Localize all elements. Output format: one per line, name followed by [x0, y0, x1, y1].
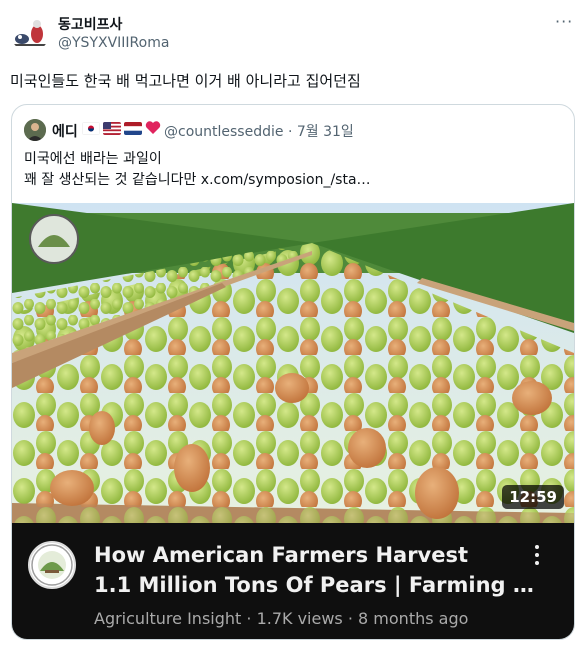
- netherlands-flag-icon: [124, 122, 142, 135]
- usa-flag-icon: [103, 122, 121, 135]
- quote-text-line1: 미국에선 배라는 과일이: [24, 151, 162, 167]
- display-name[interactable]: 동고비프사: [58, 14, 122, 34]
- heart-icon: [145, 121, 161, 134]
- quote-handle[interactable]: @countlesseddie: [164, 124, 283, 140]
- south-korea-flag-icon: [82, 122, 100, 135]
- video-age: 8 months ago: [358, 609, 469, 628]
- quote-date[interactable]: · 7월 31일: [288, 124, 354, 140]
- video-thumbnail[interactable]: 12:59: [12, 203, 574, 523]
- video-duration-badge: 12:59: [502, 485, 564, 509]
- quoted-tweet-card[interactable]: 에디 @countlesseddie · 7월 31일 미국에선 배라는 과일이…: [11, 104, 575, 640]
- more-horizontal-icon[interactable]: ···: [555, 12, 573, 31]
- quote-avatar-image: [24, 119, 46, 141]
- video-meta: Agriculture Insight · 1.7K views · 8 mon…: [94, 609, 468, 628]
- quote-text-line2: 꽤 잘 생산되는 것 같습니다만 x.com/symposion_/sta…: [24, 172, 371, 188]
- view-count: 1.7K views: [256, 609, 343, 628]
- tweet-text: 미국인들도 한국 배 먹고나면 이거 배 아니라고 집어던짐: [10, 72, 361, 90]
- meta-separator: ·: [342, 609, 359, 628]
- quote-avatar[interactable]: [24, 119, 46, 141]
- flag-emojis: [82, 120, 161, 135]
- avatar-bird-icon: [10, 12, 50, 52]
- vertical-more-icon[interactable]: [530, 545, 544, 569]
- video-info-bar[interactable]: How American Farmers Harvest 1.1 Million…: [12, 523, 574, 639]
- avatar[interactable]: [10, 12, 50, 52]
- channel-logo-image: [31, 544, 73, 586]
- quote-handle-date: @countlesseddie · 7월 31일: [164, 121, 354, 141]
- channel-name[interactable]: Agriculture Insight: [94, 609, 241, 628]
- user-handle[interactable]: @YSYXVIIIRoma: [58, 35, 169, 51]
- pears-image: [12, 203, 574, 523]
- meta-separator: ·: [241, 609, 257, 628]
- quote-display-name[interactable]: 에디: [52, 121, 78, 141]
- video-title-line2[interactable]: 1.1 Million Tons Of Pears | Farming …: [94, 573, 534, 597]
- channel-logo[interactable]: [28, 541, 76, 589]
- video-title-line1[interactable]: How American Farmers Harvest: [94, 543, 468, 567]
